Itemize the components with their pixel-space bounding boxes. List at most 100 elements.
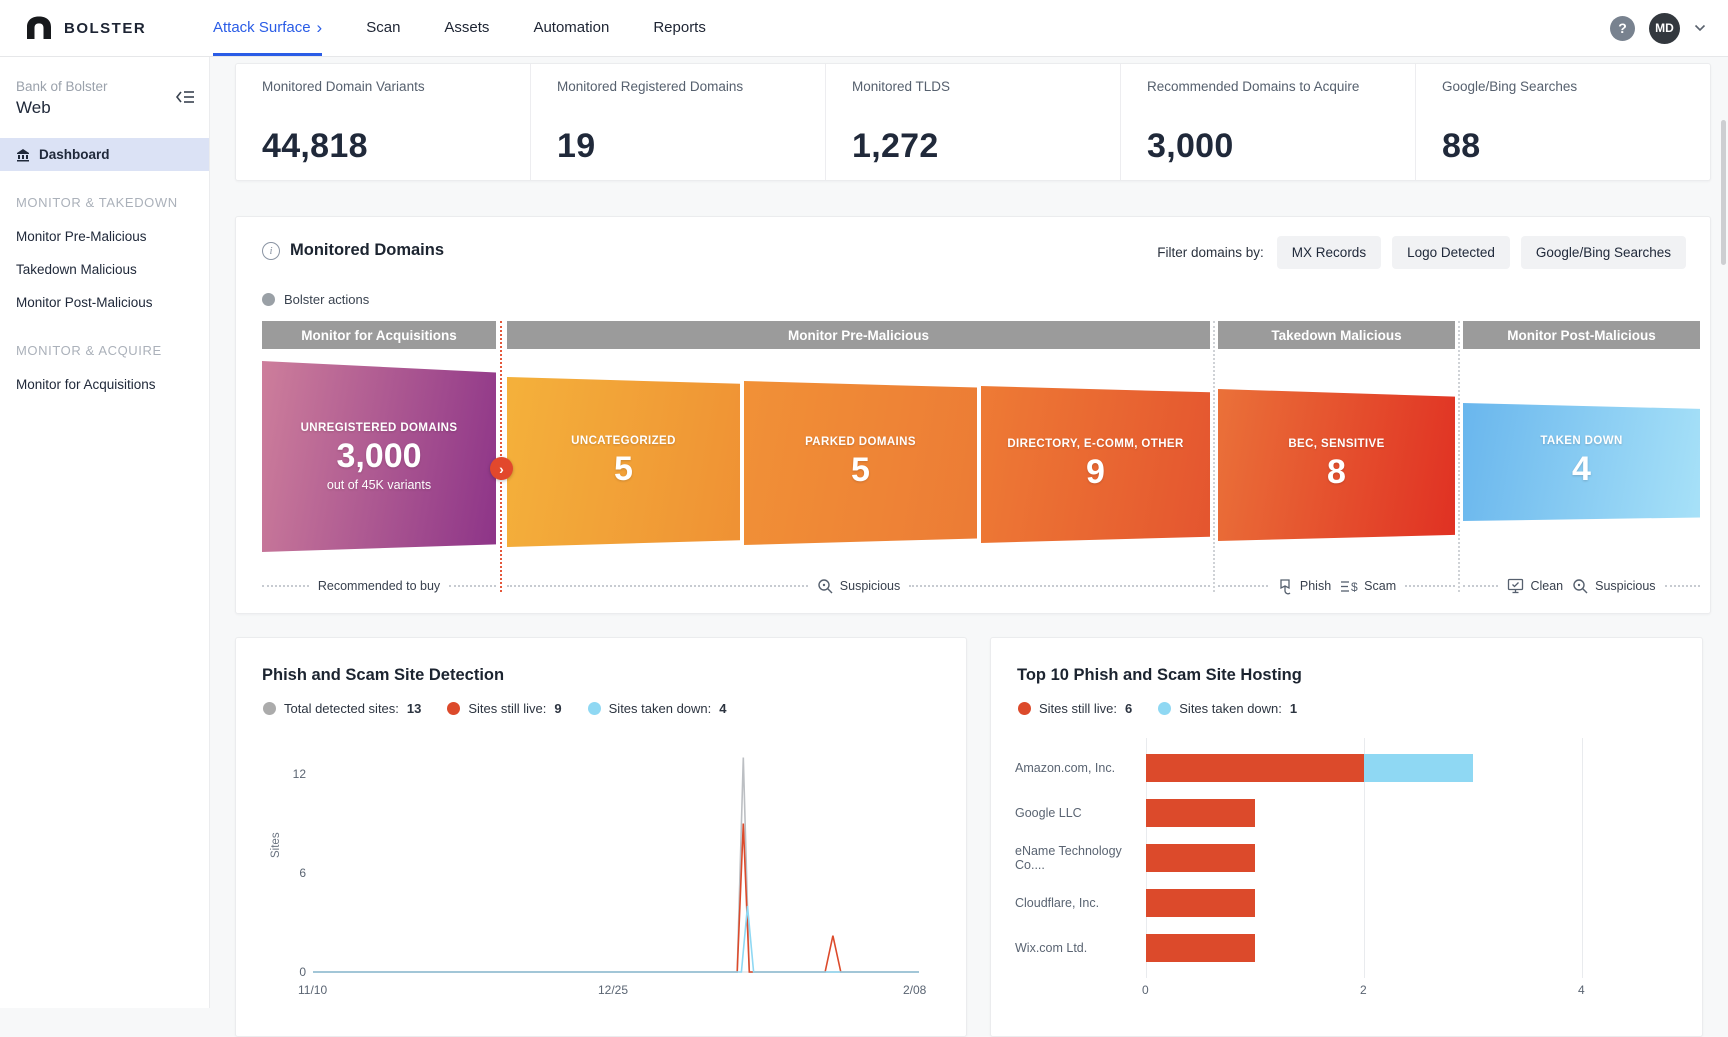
- stat-monitored-domain-variants: Monitored Domain Variants 44,818: [236, 64, 530, 180]
- sidebar-collapse-icon[interactable]: [175, 89, 195, 105]
- tab-automation[interactable]: Automation: [533, 0, 609, 56]
- legend-value: 9: [554, 701, 561, 716]
- x-tick: 2: [1360, 983, 1367, 997]
- tab-label: Attack Surface: [213, 19, 311, 36]
- bolster-logo-icon: [24, 14, 54, 42]
- funnel-segment-parked-domains[interactable]: PARKED DOMAINS 5: [744, 381, 977, 545]
- footer-monitor-for-acquisitions: Recommended to buy: [262, 575, 496, 597]
- stat-value: 44,818: [262, 127, 368, 166]
- legend-dot: [1158, 702, 1171, 715]
- bar-category-label: eName Technology Co....: [1015, 844, 1146, 872]
- suspicious-icon: [817, 578, 834, 595]
- clean-icon: [1507, 578, 1524, 594]
- stat-monitored-tlds: Monitored TLDS 1,272: [825, 64, 1120, 180]
- detection-line-chart: [313, 754, 919, 984]
- chart-title: Phish and Scam Site Detection: [262, 666, 504, 685]
- x-tick: 4: [1578, 983, 1585, 997]
- suspicious-icon: [1572, 578, 1589, 595]
- tab-label: Scan: [366, 19, 400, 36]
- footer-label: Suspicious: [840, 579, 900, 593]
- dashboard-icon: [16, 148, 30, 162]
- stat-label: Monitored Registered Domains: [557, 79, 825, 94]
- legend-sites-still-live: Sites still live: 9: [447, 701, 561, 716]
- org-name: Bank of Bolster: [16, 79, 193, 94]
- avatar[interactable]: MD: [1649, 13, 1680, 44]
- segment-label: UNREGISTERED DOMAINS: [301, 422, 458, 434]
- bar-row-google: Google LLC: [1015, 799, 1255, 827]
- phish-scam-detection-panel: Phish and Scam Site Detection Total dete…: [235, 637, 967, 1037]
- section-divider: [1458, 321, 1460, 592]
- footer-label: Recommended to buy: [318, 579, 440, 593]
- bar-live: [1146, 889, 1255, 917]
- footer-item-clean: Clean: [1507, 578, 1563, 594]
- bar-track: [1146, 844, 1255, 872]
- monitored-domains-panel: i Monitored Domains Filter domains by: M…: [235, 216, 1711, 614]
- chevron-down-icon[interactable]: [1694, 24, 1706, 32]
- line-series: [313, 906, 919, 972]
- scrollbar-thumb[interactable]: [1721, 120, 1726, 265]
- acquisitions-next-button[interactable]: ›: [490, 457, 513, 480]
- filter-google-bing-button[interactable]: Google/Bing Searches: [1521, 236, 1686, 269]
- gridline: [1582, 738, 1583, 978]
- help-icon[interactable]: ?: [1610, 16, 1635, 41]
- legend-value: 4: [719, 701, 726, 716]
- chart-title: Top 10 Phish and Scam Site Hosting: [1017, 666, 1302, 685]
- y-tick: 0: [280, 965, 306, 979]
- svg-text:$: $: [1351, 580, 1358, 594]
- sidebar-item-monitor-for-acquisitions[interactable]: Monitor for Acquisitions: [0, 368, 209, 401]
- funnel-segment-unregistered-domains[interactable]: UNREGISTERED DOMAINS 3,000 out of 45K va…: [262, 361, 496, 552]
- x-tick: 11/10: [298, 983, 327, 997]
- main-content: Monitored Domain Variants 44,818 Monitor…: [210, 57, 1728, 1008]
- column-header-monitor-pre-malicious: Monitor Pre-Malicious: [507, 321, 1210, 349]
- legend-dot: [588, 702, 601, 715]
- column-header-takedown-malicious: Takedown Malicious: [1218, 321, 1455, 349]
- sidebar-item-monitor-post-malicious[interactable]: Monitor Post-Malicious: [0, 286, 209, 319]
- y-axis-label: Sites: [270, 832, 282, 858]
- funnel-segment-directory-ecomm-other[interactable]: DIRECTORY, E-COMM, OTHER 9: [981, 386, 1210, 543]
- filter-mx-records-button[interactable]: MX Records: [1277, 236, 1381, 269]
- segment-label: BEC, SENSITIVE: [1288, 438, 1384, 450]
- tab-assets[interactable]: Assets: [444, 0, 489, 56]
- sidebar-item-dashboard[interactable]: Dashboard: [0, 138, 209, 171]
- segment-value: 4: [1572, 450, 1591, 489]
- legend-dot: [447, 702, 460, 715]
- legend-sites-still-live: Sites still live: 6: [1018, 701, 1132, 716]
- stat-label: Monitored Domain Variants: [262, 79, 530, 94]
- funnel-segment-taken-down[interactable]: TAKEN DOWN 4: [1463, 403, 1700, 521]
- x-tick: 12/25: [598, 983, 628, 997]
- sidebar-item-takedown-malicious[interactable]: Takedown Malicious: [0, 253, 209, 286]
- info-icon[interactable]: i: [262, 242, 280, 260]
- segment-label: DIRECTORY, E-COMM, OTHER: [1007, 438, 1183, 450]
- dotted-divider: [1665, 585, 1700, 587]
- bar-track: [1146, 799, 1255, 827]
- dotted-divider: [1218, 585, 1268, 587]
- tab-reports[interactable]: Reports: [653, 0, 706, 56]
- bar-row-amazon: Amazon.com, Inc.: [1015, 754, 1473, 782]
- tab-scan[interactable]: Scan: [366, 0, 400, 56]
- legend-dot: [263, 702, 276, 715]
- segment-value: 9: [1086, 453, 1105, 492]
- sidebar-item-monitor-pre-malicious[interactable]: Monitor Pre-Malicious: [0, 220, 209, 253]
- filter-label: Filter domains by:: [1157, 245, 1264, 260]
- tab-attack-surface[interactable]: Attack Surface ›: [213, 0, 322, 56]
- brand-name: BOLSTER: [64, 20, 146, 37]
- filter-logo-detected-button[interactable]: Logo Detected: [1392, 236, 1510, 269]
- stat-label: Google/Bing Searches: [1442, 79, 1710, 94]
- funnel-segment-bec-sensitive[interactable]: BEC, SENSITIVE 8: [1218, 389, 1455, 541]
- top-nav: BOLSTER Attack Surface › Scan Assets Aut…: [0, 0, 1728, 57]
- segment-label: TAKEN DOWN: [1540, 435, 1622, 447]
- workspace-switcher: Bank of Bolster Web: [0, 57, 209, 138]
- legend-value: 13: [407, 701, 421, 716]
- legend-total-detected: Total detected sites: 13: [263, 701, 421, 716]
- bar-live: [1146, 934, 1255, 962]
- legend-dot: [1018, 702, 1031, 715]
- funnel-segment-uncategorized[interactable]: UNCATEGORIZED 5: [507, 377, 740, 547]
- primary-tabs: Attack Surface › Scan Assets Automation …: [213, 0, 706, 56]
- nav-right: ? MD: [1610, 0, 1728, 56]
- footer-item-suspicious: Suspicious: [817, 578, 900, 595]
- legend-label: Sites still live:: [468, 701, 546, 716]
- segment-label: PARKED DOMAINS: [805, 436, 916, 448]
- panel-title: Monitored Domains: [290, 241, 444, 260]
- x-tick: 0: [1142, 983, 1149, 997]
- segment-label: UNCATEGORIZED: [571, 435, 676, 447]
